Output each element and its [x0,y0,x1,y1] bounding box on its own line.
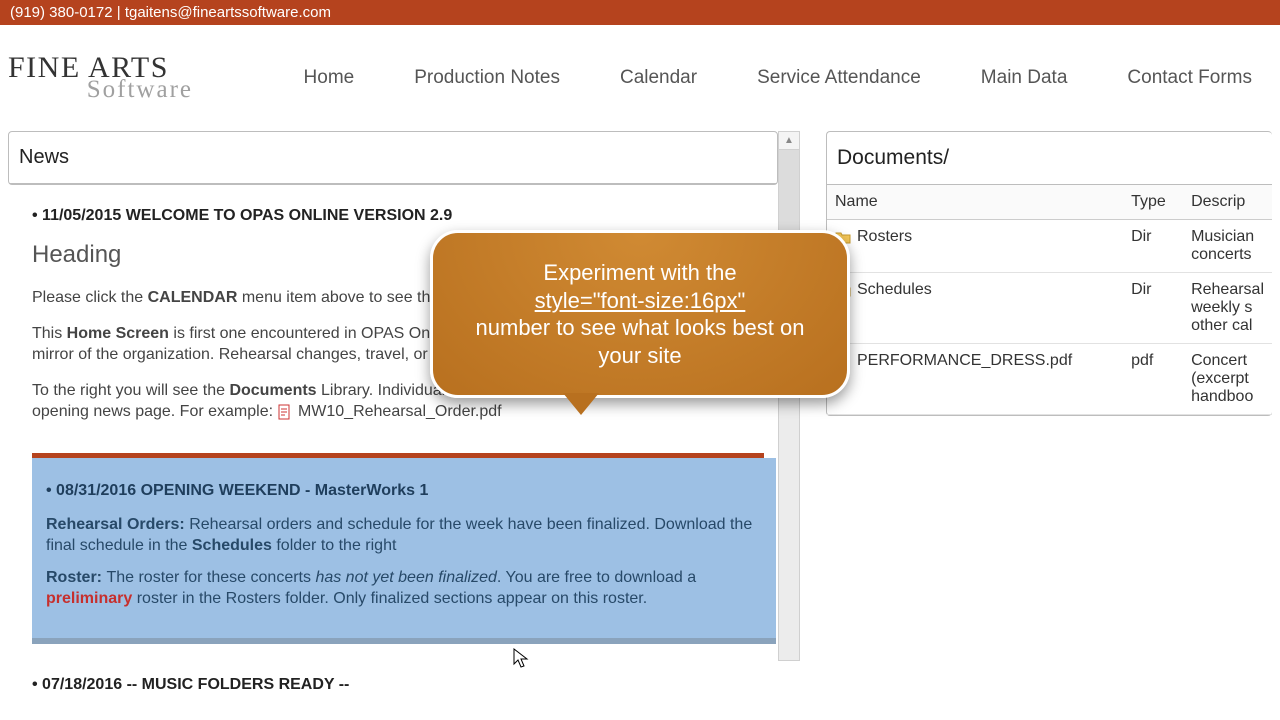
nav-contact-forms[interactable]: Contact Forms [1127,67,1252,89]
site-header: FINE ARTS Software Home Production Notes… [0,25,1280,131]
scroll-up-icon[interactable]: ▲ [779,132,799,150]
pdf-icon [277,404,293,420]
highlighted-news-item: • 08/31/2016 OPENING WEEKEND - MasterWor… [32,458,776,644]
top-bar: (919) 380-0172 | tgaitens@fineartssoftwa… [0,0,1280,25]
table-row[interactable]: Schedules Dir Rehearsal weekly s other c… [827,273,1272,344]
news-column: News • 11/05/2015 WELCOME TO OPAS ONLINE… [8,131,778,706]
nav-main-data[interactable]: Main Data [981,67,1068,89]
cursor-icon [513,648,529,670]
documents-column: Documents/ Name Type Descrip Rosters Dir… [826,131,1272,706]
news-header: News [9,132,777,184]
nav-production-notes[interactable]: Production Notes [414,67,560,89]
news-item-title: • 08/31/2016 OPENING WEEKEND - MasterWor… [46,480,762,502]
instruction-tooltip: Experiment with the style="font-size:16p… [430,230,850,398]
email-address[interactable]: tgaitens@fineartssoftware.com [125,4,331,21]
main-nav: Home Production Notes Calendar Service A… [193,67,1272,89]
news-item-title: • 11/05/2015 WELCOME TO OPAS ONLINE VERS… [32,205,766,227]
documents-header: Documents/ [827,132,1272,185]
col-name[interactable]: Name [827,185,1123,220]
nav-service-attendance[interactable]: Service Attendance [757,67,921,89]
pdf-link[interactable]: MW10_Rehearsal_Order.pdf [298,403,502,420]
table-row[interactable]: PERFORMANCE_DRESS.pdf pdf Concert (excer… [827,344,1272,415]
documents-panel: Documents/ Name Type Descrip Rosters Dir… [826,131,1272,416]
news-item-title: • 07/18/2016 -- MUSIC FOLDERS READY -- [32,674,766,696]
col-type[interactable]: Type [1123,185,1183,220]
logo[interactable]: FINE ARTS Software [8,43,193,113]
nav-calendar[interactable]: Calendar [620,67,697,89]
nav-home[interactable]: Home [304,67,355,89]
roster-p: Roster: The roster for these concerts ha… [46,567,762,610]
news-panel: News [8,131,778,185]
col-description[interactable]: Descrip [1183,185,1272,220]
phone-number: (919) 380-0172 [10,4,113,21]
documents-table: Name Type Descrip Rosters Dir Musician c… [827,185,1272,415]
rehearsal-orders-p: Rehearsal Orders: Rehearsal orders and s… [46,514,762,557]
table-row[interactable]: Rosters Dir Musician concerts [827,220,1272,273]
